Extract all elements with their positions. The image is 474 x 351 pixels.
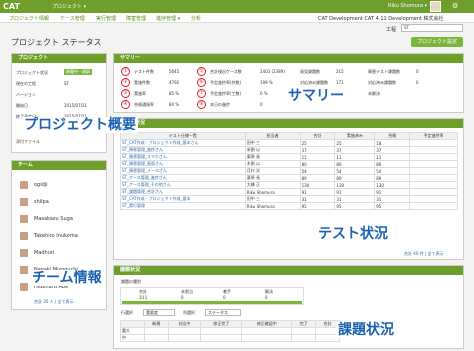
- marker-5: ⑤: [197, 67, 206, 76]
- project-overview-panel: プロジェクト プロジェクト状況 稼働中・順調 現在の工程 ST バージョン 開始…: [11, 53, 107, 153]
- table-row[interactable]: ST_CAT作成・プロジェクト作成_基本 田中 三 31 31 31: [120, 195, 458, 203]
- table-row: 中: [120, 334, 340, 342]
- team-show-all[interactable]: 合計 20 人 | 全て表示: [34, 299, 74, 305]
- tests-overlay-label: テスト状況: [316, 226, 390, 242]
- work-label: 工程: [386, 27, 397, 33]
- user-menu[interactable]: Riku Shomura ▾: [388, 3, 427, 9]
- project-menu[interactable]: プロジェクト ▾: [52, 3, 86, 10]
- panel-header: 課題状況: [114, 266, 463, 275]
- summary-panel: サマリー ① テスト件数 5645 ② 実施件数 4792 ③ 実施率 85 %…: [113, 53, 464, 113]
- panel-header: サマリー: [114, 54, 463, 63]
- top-bar: CATCOMPUTER AIDED TEST プロジェクト ▾ Riku Sho…: [0, 0, 474, 20]
- nav-project-info[interactable]: プロジェクト情報: [9, 15, 49, 22]
- summary-overlay-label: サマリー: [286, 88, 346, 104]
- nav-execution-management[interactable]: 実行管理: [96, 15, 116, 22]
- project-settings-button[interactable]: プロジェクト設定: [411, 37, 463, 47]
- issue-table: 新規 対応中 修正完了 修正確認中 完了 合計 重大 中: [120, 320, 340, 342]
- avatar: [20, 181, 28, 189]
- test-table: テスト仕様一覧 担当者 合計 実施済み 合格 予定進捗率 ST_CAT作成・プロ…: [120, 132, 458, 210]
- dev-title: CAT Development CAT 4.11 Development 株式会…: [318, 16, 444, 22]
- table-row: 重大: [120, 327, 340, 335]
- issue-progress-bar: [122, 301, 302, 304]
- marker-3: ③: [121, 89, 130, 98]
- row-select[interactable]: 重要度: [143, 309, 175, 316]
- table-row[interactable]: ST_実行管理 Riku Shomura 95 95 95: [120, 202, 458, 210]
- marker-4: ④: [121, 100, 130, 109]
- work-select[interactable]: ST: [401, 24, 463, 32]
- table-row[interactable]: ST_課題管理_合計さん Riku Shomura 91 91 91: [120, 188, 458, 196]
- nav-bar: プロジェクト情報 ケース管理 実行管理 障害管理 進捗管理 ▾ 分析 CAT D…: [0, 13, 474, 23]
- tests-show-all[interactable]: 合計 40 件 | 全て表示: [404, 251, 444, 257]
- panel-header: テスト状況: [114, 119, 463, 128]
- issues-overlay-label: 課題状況: [336, 322, 396, 338]
- issue-status-panel: 課題状況 課題の種別 合計 211 未割当 0 着手 0 解決 0 行選択 重要…: [113, 265, 464, 349]
- overview-overlay-label: プロジェクト概要: [22, 117, 138, 133]
- logo[interactable]: CATCOMPUTER AIDED TEST: [3, 1, 33, 20]
- avatar: [20, 266, 28, 274]
- column-select[interactable]: ステータス: [205, 309, 241, 316]
- panel-header: チーム: [12, 161, 106, 170]
- gear-icon[interactable]: ⚙: [452, 2, 458, 10]
- avatar: [20, 215, 28, 223]
- team-panel: チーム ogidji shilpa Masakazu Suga Takehiro…: [11, 160, 107, 310]
- nav-case-management[interactable]: ケース管理: [60, 15, 85, 22]
- table-row[interactable]: ST_障害管理_画面さん 木割 以 80 80 80: [120, 160, 458, 168]
- marker-2: ②: [121, 78, 130, 87]
- panel-header: プロジェクト: [12, 54, 106, 63]
- nav-progress-management[interactable]: 進捗管理 ▾: [156, 15, 180, 22]
- avatar: [20, 198, 28, 206]
- avatar: [20, 232, 28, 240]
- table-row[interactable]: ST_障害管理_進捗さん 米割 以 37 37 37: [120, 146, 458, 154]
- issue-summary-box: 合計 211 未割当 0 着手 0 解決 0: [120, 287, 304, 305]
- avatar[interactable]: [430, 1, 441, 12]
- nav-bug-management[interactable]: 障害管理: [126, 15, 146, 22]
- team-overlay-label: チーム情報: [30, 270, 104, 286]
- marker-6: ⑥: [197, 78, 206, 87]
- marker-7: ⑦: [197, 89, 206, 98]
- table-row[interactable]: ST_障害管理_メールさん 月村 次 54 54 54: [120, 167, 458, 175]
- table-row[interactable]: ST_ケース管理_その他さん 大橋 正 130 130 130: [120, 181, 458, 189]
- nav-analysis[interactable]: 分析: [191, 15, 201, 22]
- table-row[interactable]: ST_ケース管理_進捗さん 栗原 長 89 89 89: [120, 174, 458, 182]
- marker-8: ⑧: [197, 100, 206, 109]
- avatar: [20, 283, 28, 291]
- marker-1: ①: [121, 67, 130, 76]
- status-badge: 稼働中・順調: [64, 69, 92, 75]
- avatar: [20, 249, 28, 257]
- table-row[interactable]: ST_障害管理_スマホさん 栗原 長 11 11 11: [120, 153, 458, 161]
- test-status-panel: テスト状況 テスト仕様一覧 担当者 合計 実施済み 合格 予定進捗率 ST_CA…: [113, 118, 464, 260]
- table-row[interactable]: ST_CAT作成・プロジェクト作成_基本さん 田中 三 25 25 18: [120, 139, 458, 147]
- page-title: プロジェクト ステータス: [11, 38, 102, 47]
